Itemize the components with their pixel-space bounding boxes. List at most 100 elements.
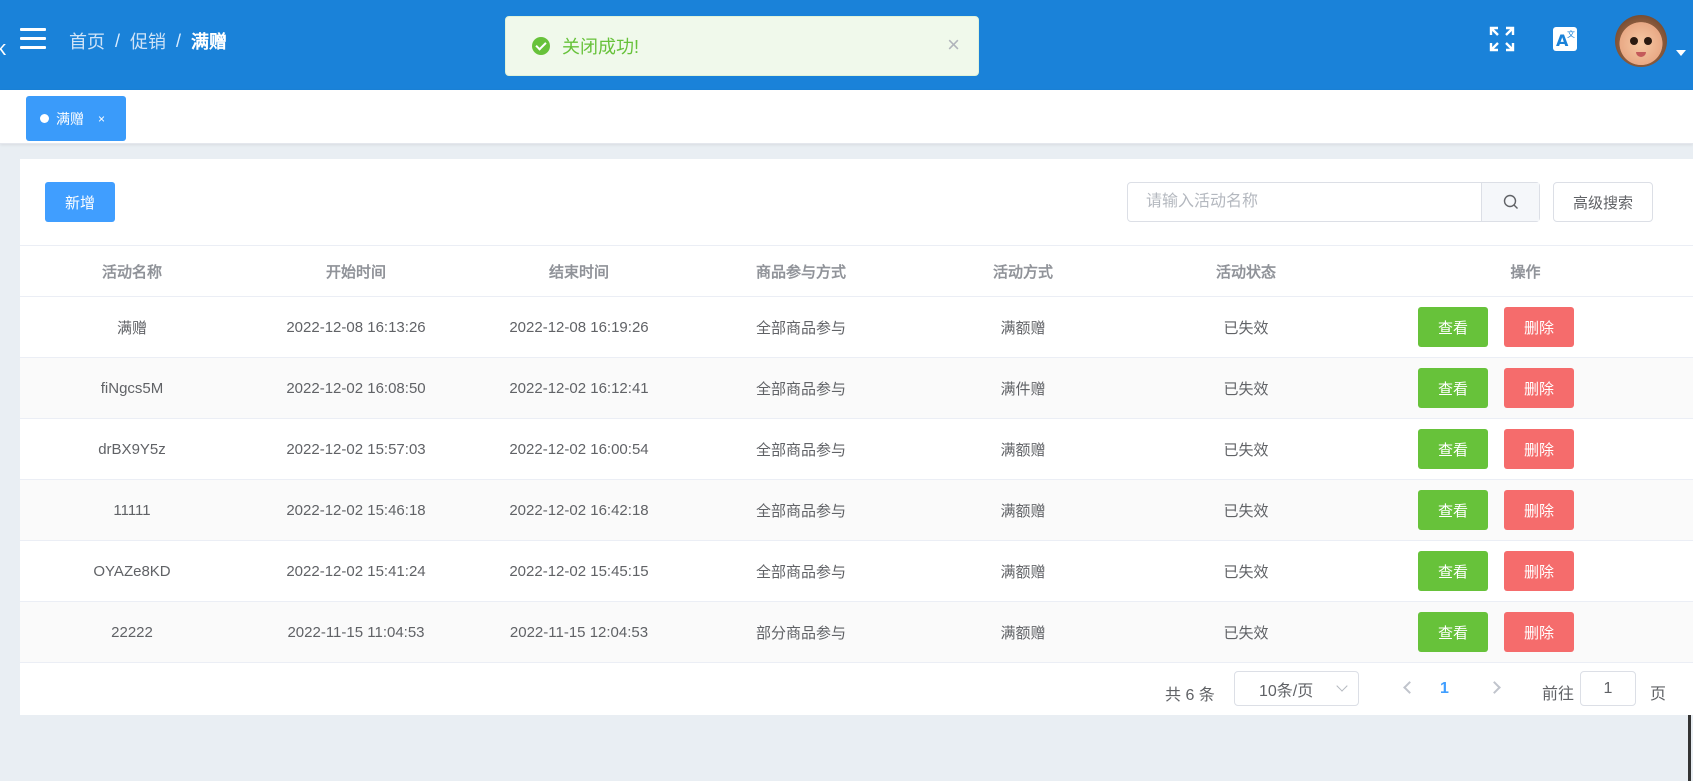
dot-icon [40,114,49,123]
cell-start: 2022-12-08 16:13:26 [244,296,468,358]
chevron-down-icon[interactable] [1676,50,1686,56]
page-size-select[interactable]: 10条/页 [1234,671,1359,706]
cell-name: 11111 [20,479,244,541]
table-row: 11111 2022-12-02 15:46:18 2022-12-02 16:… [20,479,1693,541]
promotion-table: 活动名称 开始时间 结束时间 商品参与方式 活动方式 活动状态 操作 满赠 20… [20,245,1693,663]
logo-fragment: k [0,38,6,58]
delete-button[interactable]: 删除 [1504,307,1574,347]
column-header: 结束时间 [468,245,690,297]
breadcrumb-promotion[interactable]: 促销 [130,28,166,54]
table-row: OYAZe8KD 2022-12-02 15:41:24 2022-12-02 … [20,540,1693,602]
cell-name: drBX9Y5z [20,418,244,480]
cell-start: 2022-12-02 15:57:03 [244,418,468,480]
delete-button[interactable]: 删除 [1504,551,1574,591]
breadcrumb-home[interactable]: 首页 [69,28,105,54]
cell-type: 满额赠 [912,296,1134,358]
table-header-row: 活动名称 开始时间 结束时间 商品参与方式 活动方式 活动状态 操作 [20,245,1693,297]
view-button[interactable]: 查看 [1418,429,1488,469]
cell-end: 2022-12-02 16:42:18 [468,479,690,541]
cell-mode: 全部商品参与 [690,357,912,419]
close-icon[interactable]: × [947,34,960,56]
cell-status: 已失效 [1134,418,1358,480]
cell-type: 满额赠 [912,601,1134,663]
view-button[interactable]: 查看 [1418,307,1488,347]
cell-status: 已失效 [1134,479,1358,541]
tag-close-icon[interactable]: × [98,112,105,126]
cell-type: 满额赠 [912,479,1134,541]
cell-type: 满件赠 [912,357,1134,419]
cell-actions: 查看 删除 [1358,418,1693,480]
page-suffix-label: 页 [1650,686,1667,703]
delete-button[interactable]: 删除 [1504,612,1574,652]
breadcrumb: 首页 / 促销 / 满赠 [69,28,227,54]
success-toast: 关闭成功! × [505,16,979,76]
cell-actions: 查看 删除 [1358,479,1693,541]
cell-end: 2022-12-02 16:00:54 [468,418,690,480]
table-row: 满赠 2022-12-08 16:13:26 2022-12-08 16:19:… [20,296,1693,358]
cell-start: 2022-12-02 16:08:50 [244,357,468,419]
cell-start: 2022-11-15 11:04:53 [244,601,468,663]
user-avatar[interactable] [1615,15,1667,67]
breadcrumb-separator: / [115,30,121,51]
cell-type: 满额赠 [912,418,1134,480]
column-header: 开始时间 [244,245,468,297]
breadcrumb-separator: / [176,30,182,51]
chevron-left-icon[interactable] [1403,681,1416,694]
cell-name: OYAZe8KD [20,540,244,602]
cell-end: 2022-12-02 15:45:15 [468,540,690,602]
column-header: 活动状态 [1134,245,1358,297]
cell-type: 满额赠 [912,540,1134,602]
cell-status: 已失效 [1134,357,1358,419]
goto-page-input[interactable] [1580,671,1636,706]
search-icon [1503,194,1518,209]
cell-name: fiNgcs5M [20,357,244,419]
cell-mode: 全部商品参与 [690,540,912,602]
delete-button[interactable]: 删除 [1504,429,1574,469]
content-card: 新增 高级搜索 活动名称 开始时间 结束时间 商品参与方式 活动方式 活动状态 … [20,159,1693,715]
page-number-current[interactable]: 1 [1440,680,1449,698]
delete-button[interactable]: 删除 [1504,490,1574,530]
cell-start: 2022-12-02 15:46:18 [244,479,468,541]
translate-icon[interactable]: A 文 [1552,26,1578,52]
delete-button[interactable]: 删除 [1504,368,1574,408]
cell-actions: 查看 删除 [1358,540,1693,602]
svg-text:文: 文 [1567,29,1575,39]
cell-actions: 查看 删除 [1358,296,1693,358]
cell-status: 已失效 [1134,601,1358,663]
cell-mode: 全部商品参与 [690,479,912,541]
view-button[interactable]: 查看 [1418,490,1488,530]
goto-label: 前往 [1542,686,1575,703]
total-count: 共 6 条 [1165,687,1215,704]
cell-mode: 全部商品参与 [690,418,912,480]
table-row: drBX9Y5z 2022-12-02 15:57:03 2022-12-02 … [20,418,1693,480]
column-header: 活动方式 [912,245,1134,297]
cell-mode: 全部商品参与 [690,296,912,358]
advanced-search-button[interactable]: 高级搜索 [1553,182,1653,222]
search-input[interactable] [1128,183,1481,221]
view-button[interactable]: 查看 [1418,551,1488,591]
check-circle-icon [532,37,550,55]
cell-actions: 查看 删除 [1358,601,1693,663]
tags-view-bar: 满赠 × [0,90,1693,144]
menu-icon[interactable] [20,28,46,50]
chevron-right-icon[interactable] [1488,681,1501,694]
tag-manzeng[interactable]: 满赠 × [26,96,126,141]
add-button[interactable]: 新增 [45,182,115,222]
tag-label: 满赠 [56,110,84,127]
scrollbar[interactable] [1688,715,1691,781]
cell-status: 已失效 [1134,296,1358,358]
cell-status: 已失效 [1134,540,1358,602]
view-button[interactable]: 查看 [1418,612,1488,652]
view-button[interactable]: 查看 [1418,368,1488,408]
column-header: 操作 [1358,245,1693,297]
pagination: 共 6 条 10条/页 1 前往 页 [20,671,1693,715]
cell-name: 满赠 [20,296,244,358]
search-button[interactable] [1481,183,1539,221]
cell-mode: 部分商品参与 [690,601,912,663]
chevron-down-icon [1336,680,1348,692]
page-size-value: 10条/页 [1259,682,1314,700]
table-row: 22222 2022-11-15 11:04:53 2022-11-15 12:… [20,601,1693,663]
column-header: 活动名称 [20,245,244,297]
breadcrumb-current: 满赠 [191,32,228,52]
fullscreen-icon[interactable] [1489,26,1515,52]
